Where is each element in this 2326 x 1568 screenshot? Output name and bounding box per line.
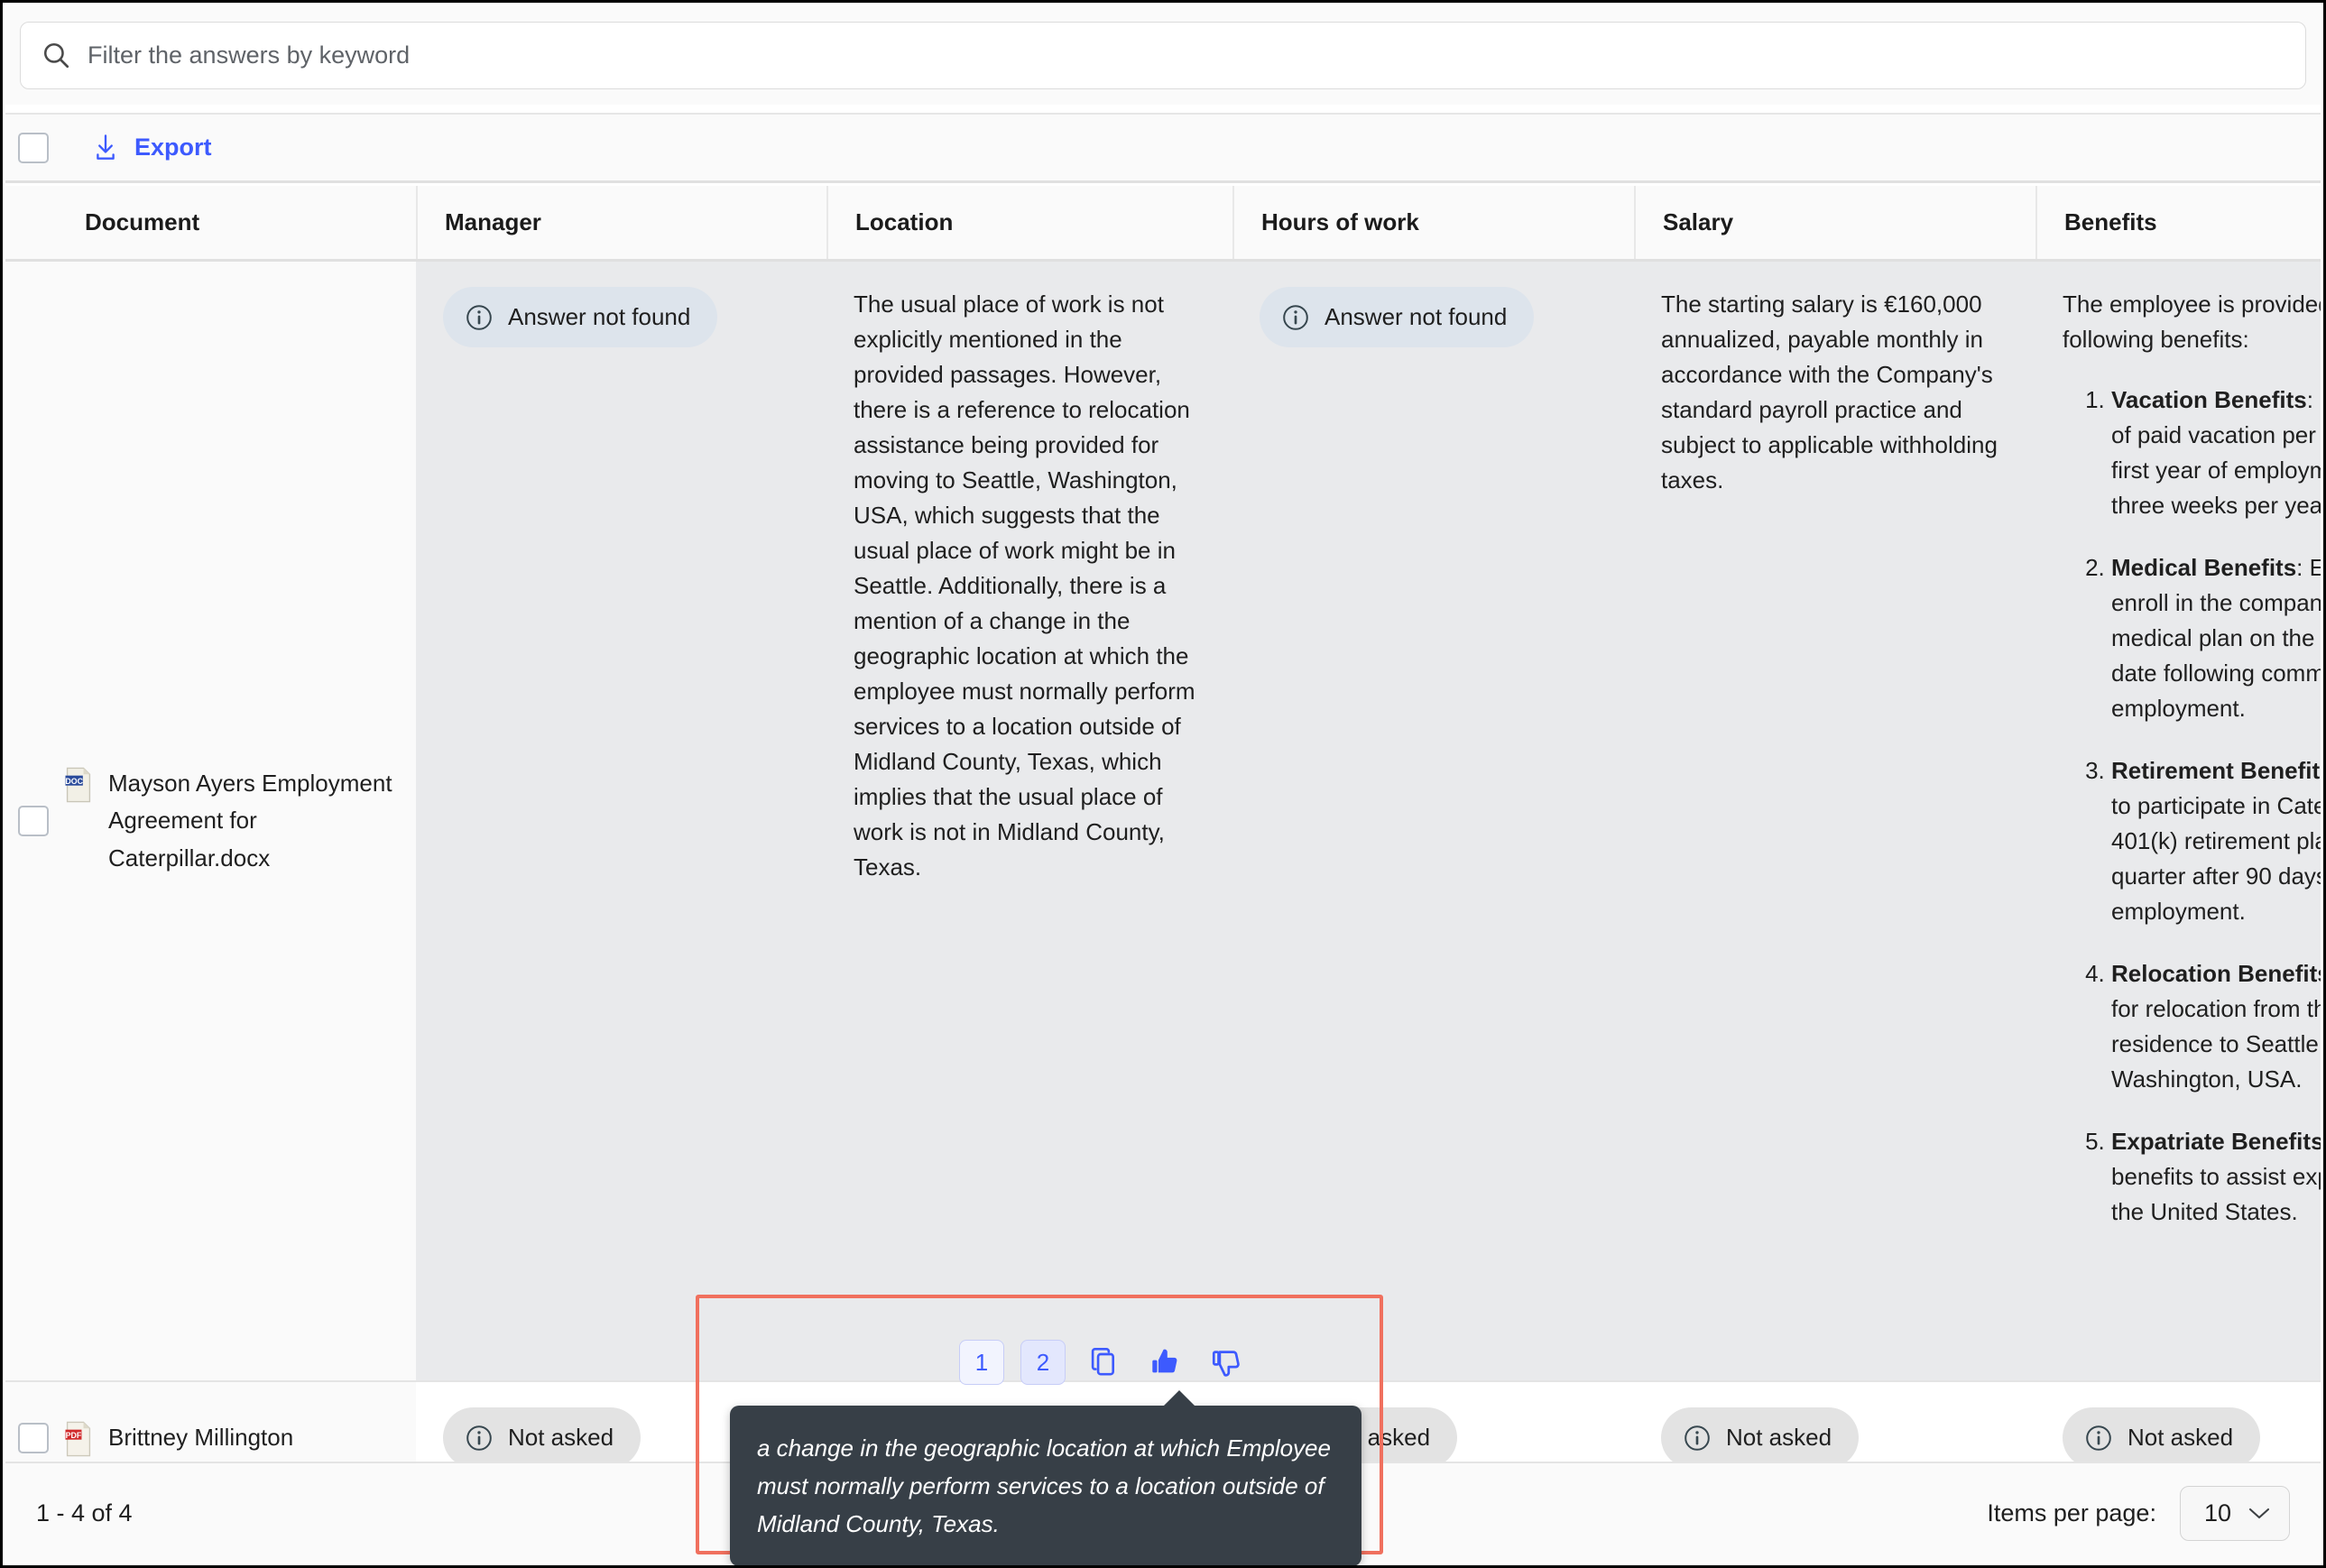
column-header-salary-label: Salary — [1663, 208, 1734, 235]
info-icon — [466, 304, 492, 330]
search-box[interactable] — [20, 21, 2306, 89]
info-icon — [466, 1425, 492, 1451]
list-item: Relocation Benefits: Assistance for relo… — [2111, 956, 2321, 1097]
pdf-file-icon: PDF — [65, 1421, 91, 1456]
download-icon — [97, 134, 115, 160]
export-button[interactable]: Export — [85, 128, 219, 168]
row-location-cell: The usual place of work is not explicitl… — [826, 262, 1232, 910]
document-name-label: Brittney Millington — [108, 1423, 294, 1451]
status-badge-label: Not asked — [508, 1424, 614, 1451]
export-label: Export — [134, 134, 212, 161]
copy-icon — [1091, 1348, 1115, 1376]
pagination-controls: Items per page: 10 — [1987, 1485, 2290, 1541]
benefits-intro-text: The employee is provided with the follow… — [2063, 291, 2321, 353]
answers-table-app: Export Document Manager Location Hours o… — [0, 0, 2326, 1568]
status-badge[interactable]: Answer not found — [1260, 287, 1535, 347]
document-name[interactable]: DOC Mayson Ayers Employment Agreement fo… — [63, 765, 398, 876]
list-item: Expatriate Benefits: Certain benefits to… — [2111, 1124, 2321, 1230]
status-badge-label: Not asked — [1726, 1424, 1832, 1451]
table-header-row: Document Manager Location Hours of work … — [5, 186, 2321, 262]
benefit-title: Vacation Benefits — [2111, 386, 2307, 413]
search-icon — [43, 42, 69, 69]
column-header-salary[interactable]: Salary — [1634, 186, 2035, 259]
row-benefits-cell: The employee is provided with the follow… — [2035, 262, 2321, 1255]
thumbs-down-icon — [1212, 1351, 1240, 1377]
status-badge[interactable]: Not asked — [1661, 1407, 1860, 1462]
search-bar — [5, 5, 2321, 105]
doc-file-icon: DOC — [65, 768, 91, 803]
column-header-hours-of-work[interactable]: Hours of work — [1232, 186, 1634, 259]
location-answer-text: The usual place of work is not explicitl… — [854, 291, 1195, 881]
row-document-cell: PDF Brittney Millington — [5, 1382, 416, 1462]
source-quote-tooltip: a change in the geographic location at w… — [730, 1389, 1361, 1565]
table-body: DOC Mayson Ayers Employment Agreement fo… — [5, 262, 2321, 1462]
row-hours-cell: Answer not found — [1232, 262, 1634, 373]
table-row: DOC Mayson Ayers Employment Agreement fo… — [5, 262, 2321, 1380]
info-icon — [2086, 1425, 2111, 1451]
chevron-down-icon — [2248, 1508, 2270, 1519]
thumbs-up-button[interactable] — [1143, 1340, 1188, 1385]
pagination-range: 1 - 4 of 4 — [36, 1499, 133, 1526]
list-item: Vacation Benefits: Four weeks of paid va… — [2111, 383, 2321, 523]
row-salary-cell: The starting salary is €160,000 annualiz… — [1634, 262, 2035, 523]
status-badge[interactable]: Not asked — [2063, 1407, 2261, 1462]
document-name[interactable]: PDF Brittney Millington — [63, 1419, 293, 1457]
svg-text:PDF: PDF — [66, 1430, 82, 1439]
column-header-document[interactable]: Document — [5, 186, 416, 259]
row-benefits-cell: Not asked — [2035, 1382, 2321, 1462]
row-select-checkbox[interactable] — [18, 1422, 49, 1453]
items-per-page-select[interactable]: 10 — [2179, 1485, 2290, 1541]
row-select-checkbox[interactable] — [18, 806, 49, 836]
row-salary-cell: Not asked — [1634, 1382, 2035, 1462]
salary-answer-text: The starting salary is €160,000 annualiz… — [1661, 291, 1998, 493]
answer-source-toolbar: 1 2 — [959, 1340, 1250, 1385]
table-toolbar: Export — [5, 113, 2321, 183]
info-icon — [1685, 1425, 1710, 1451]
column-header-hours-label: Hours of work — [1261, 208, 1419, 235]
source-page-2-button[interactable]: 2 — [1020, 1340, 1066, 1385]
select-all-checkbox[interactable] — [18, 132, 49, 163]
column-header-document-label: Document — [85, 208, 200, 235]
svg-text:DOC: DOC — [65, 777, 83, 786]
status-badge[interactable]: Answer not found — [443, 287, 718, 347]
column-header-benefits[interactable]: Benefits — [2035, 186, 2323, 259]
search-input[interactable] — [88, 41, 2285, 69]
benefit-title: Retirement Benefits — [2111, 757, 2321, 784]
benefit-title: Expatriate Benefits — [2111, 1128, 2321, 1155]
source-quote-text: a change in the geographic location at w… — [757, 1434, 1331, 1538]
items-per-page-label: Items per page: — [1987, 1499, 2156, 1526]
document-name-label: Mayson Ayers Employment Agreement for Ca… — [108, 770, 392, 872]
benefits-list: Vacation Benefits: Four weeks of paid va… — [2063, 383, 2321, 1230]
status-badge-label: Answer not found — [1325, 303, 1508, 330]
column-header-benefits-label: Benefits — [2064, 208, 2157, 235]
info-icon — [1283, 304, 1308, 330]
status-badge-label: Not asked — [2128, 1424, 2234, 1451]
list-item: Medical Benefits: Eligibility to enroll … — [2111, 550, 2321, 726]
column-header-location-label: Location — [855, 208, 954, 235]
row-document-cell: DOC Mayson Ayers Employment Agreement fo… — [5, 262, 416, 1380]
status-badge-label: Answer not found — [508, 303, 691, 330]
items-per-page-value: 10 — [2203, 1499, 2231, 1526]
thumbs-up-icon — [1152, 1349, 1177, 1373]
copy-button[interactable] — [1082, 1340, 1127, 1385]
column-header-manager-label: Manager — [445, 208, 541, 235]
benefit-title: Medical Benefits — [2111, 554, 2297, 581]
source-page-1-button[interactable]: 1 — [959, 1340, 1004, 1385]
status-badge[interactable]: Not asked — [443, 1407, 641, 1462]
list-item: Retirement Benefits: Eligibility to part… — [2111, 753, 2321, 929]
thumbs-down-button[interactable] — [1205, 1340, 1250, 1385]
benefit-title: Relocation Benefits — [2111, 960, 2321, 987]
row-manager-cell: Answer not found — [416, 262, 826, 373]
column-header-manager[interactable]: Manager — [416, 186, 826, 259]
column-header-location[interactable]: Location — [826, 186, 1232, 259]
